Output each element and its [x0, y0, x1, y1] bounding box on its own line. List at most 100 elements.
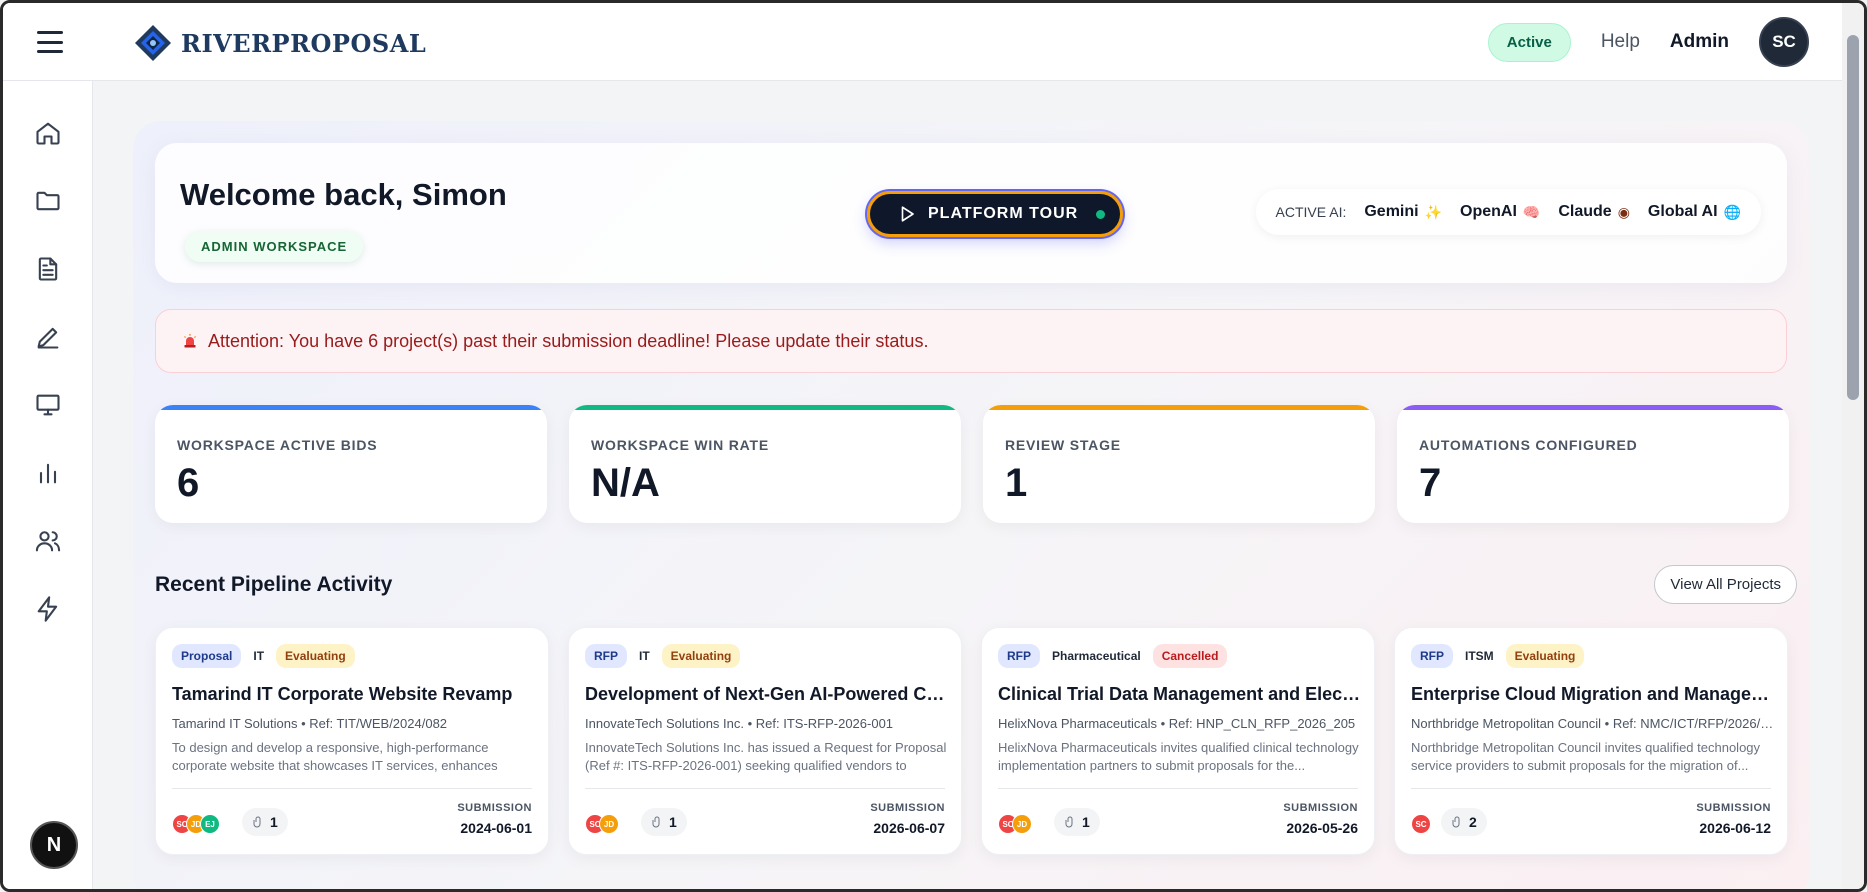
users-icon[interactable]: [34, 527, 64, 557]
page-title: Welcome back, Simon: [180, 177, 507, 212]
stat-label: REVIEW STAGE: [1005, 437, 1121, 453]
paperclip-icon: [1452, 816, 1460, 828]
stat-label: WORKSPACE WIN RATE: [591, 437, 769, 453]
stat-card-active-bids[interactable]: WORKSPACE ACTIVE BIDS 6: [155, 405, 547, 523]
project-description: To design and develop a responsive, high…: [172, 740, 498, 773]
sidebar: N: [3, 81, 93, 889]
paperclip-icon: [652, 816, 660, 828]
project-card[interactable]: RFP IT Evaluating Development of Next-Ge…: [568, 627, 962, 855]
dashboard-panel: Welcome back, Simon ADMIN WORKSPACE PLAT…: [133, 121, 1809, 889]
stat-value: 6: [177, 461, 200, 505]
alert-message: Attention: You have 6 project(s) past th…: [208, 330, 929, 351]
status-tag: Evaluating: [276, 644, 355, 668]
attachment-number: 2: [1469, 814, 1477, 830]
type-tag: Proposal: [172, 644, 242, 668]
project-tags: RFP IT Evaluating: [585, 644, 741, 668]
ai-model-name: OpenAI: [1460, 203, 1517, 220]
status-badge: Active: [1487, 22, 1571, 62]
status-tag: Cancelled: [1152, 644, 1228, 668]
active-ai-label: ACTIVE AI:: [1275, 204, 1347, 220]
submission-label: SUBMISSION: [457, 802, 532, 814]
page-scrollbar[interactable]: [1842, 3, 1864, 889]
attachment-count[interactable]: 2: [1441, 808, 1487, 836]
platform-tour-button[interactable]: PLATFORM TOUR: [867, 191, 1123, 237]
view-all-projects-button[interactable]: View All Projects: [1654, 565, 1797, 604]
attachment-number: 1: [270, 814, 278, 830]
brain-icon: 🧠: [1522, 203, 1541, 220]
category-tag: ITSM: [1461, 644, 1498, 668]
stat-value: 1: [1005, 461, 1028, 505]
welcome-card: Welcome back, Simon ADMIN WORKSPACE PLAT…: [155, 143, 1787, 283]
claude-dot-icon: ◉: [1617, 203, 1630, 220]
monitor-icon[interactable]: [34, 391, 64, 421]
status-tag: Evaluating: [1505, 644, 1585, 668]
attachment-count[interactable]: 1: [641, 808, 687, 836]
attachment-count[interactable]: 1: [1054, 808, 1100, 836]
help-link[interactable]: Help: [1601, 31, 1640, 53]
app-window: RIVERPROPOSAL Active Help Admin SC N Wel…: [0, 0, 1867, 892]
stat-label: AUTOMATIONS CONFIGURED: [1419, 437, 1638, 453]
scrollbar-thumb[interactable]: [1847, 35, 1859, 400]
brand-logo[interactable]: RIVERPROPOSAL: [133, 23, 426, 63]
ai-model-openai[interactable]: OpenAI 🧠: [1460, 203, 1540, 221]
menu-icon[interactable]: [37, 31, 63, 53]
divider: [998, 788, 1358, 789]
project-meta: HelixNova Pharmaceuticals • Ref: HNP_CLN…: [998, 716, 1356, 731]
project-card[interactable]: RFP ITSM Evaluating Enterprise Cloud Mig…: [1394, 627, 1788, 855]
submission-date: 2026-06-12: [1699, 820, 1771, 836]
project-meta: Northbridge Metropolitan Council • Ref: …: [1411, 716, 1777, 731]
project-meta: Tamarind IT Solutions • Ref: TIT/WEB/202…: [172, 716, 448, 731]
lightning-icon[interactable]: [34, 595, 64, 625]
avatar: JD: [599, 814, 619, 834]
pipeline-title: Recent Pipeline Activity: [155, 573, 393, 596]
submission-label: SUBMISSION: [870, 802, 945, 814]
attachment-count[interactable]: 1: [242, 808, 288, 836]
project-description: InnovateTech Solutions Inc. has issued a…: [585, 740, 947, 773]
admin-link[interactable]: Admin: [1670, 31, 1729, 53]
ai-model-gemini[interactable]: Gemini ✨: [1364, 203, 1442, 221]
team-avatars: SC JD: [998, 814, 1032, 834]
project-tags: Proposal IT Evaluating: [172, 644, 355, 668]
user-avatar[interactable]: SC: [1759, 17, 1809, 67]
project-title[interactable]: Development of Next-Gen AI-Powered Custo…: [585, 684, 951, 705]
stat-card-automations[interactable]: AUTOMATIONS CONFIGURED 7: [1397, 405, 1789, 523]
stat-card-review-stage[interactable]: REVIEW STAGE 1: [983, 405, 1375, 523]
project-description: Northbridge Metropolitan Council invites…: [1411, 740, 1761, 773]
project-title[interactable]: Clinical Trial Data Management and Elect…: [998, 684, 1364, 705]
project-description: HelixNova Pharmaceuticals invites qualif…: [998, 740, 1359, 773]
bar-chart-icon[interactable]: [34, 459, 64, 489]
divider: [1411, 788, 1771, 789]
team-avatars: SC JD: [585, 814, 619, 834]
deadline-alert: Attention: You have 6 project(s) past th…: [155, 309, 1787, 373]
category-tag: IT: [635, 644, 654, 668]
team-avatars: SC: [1411, 814, 1431, 834]
ai-model-name: Gemini: [1364, 203, 1419, 220]
status-tag: Evaluating: [661, 644, 741, 668]
pen-icon[interactable]: [34, 323, 64, 353]
team-avatars: SC JD EJ: [172, 814, 220, 834]
stat-value: 7: [1419, 461, 1442, 505]
project-title[interactable]: Tamarind IT Corporate Website Revamp: [172, 684, 538, 705]
submission-date: 2026-05-26: [1286, 820, 1358, 836]
globe-icon: 🌐: [1723, 203, 1741, 220]
brand-name: RIVERPROPOSAL: [181, 28, 427, 58]
siren-icon: [184, 334, 196, 348]
bottom-badge[interactable]: N: [30, 821, 78, 869]
avatar: SC: [1411, 814, 1431, 834]
attachment-number: 1: [1082, 814, 1090, 830]
folder-icon[interactable]: [34, 187, 64, 217]
stat-card-win-rate[interactable]: WORKSPACE WIN RATE N/A: [569, 405, 961, 523]
submission-label: SUBMISSION: [1696, 802, 1771, 814]
project-title[interactable]: Enterprise Cloud Migration and Managed S…: [1411, 684, 1777, 705]
project-card[interactable]: RFP Pharmaceutical Cancelled Clinical Tr…: [981, 627, 1375, 855]
category-tag: Pharmaceutical: [1048, 644, 1145, 668]
document-icon[interactable]: [34, 255, 64, 285]
stat-label: WORKSPACE ACTIVE BIDS: [177, 437, 378, 453]
home-icon[interactable]: [34, 119, 64, 149]
ai-model-claude[interactable]: Claude ◉: [1558, 203, 1630, 221]
project-card[interactable]: Proposal IT Evaluating Tamarind IT Corpo…: [155, 627, 549, 855]
type-tag: RFP: [585, 644, 627, 668]
ai-model-global[interactable]: Global AI 🌐: [1648, 203, 1741, 221]
project-tags: RFP ITSM Evaluating: [1411, 644, 1585, 668]
avatar: JD: [1012, 814, 1032, 834]
